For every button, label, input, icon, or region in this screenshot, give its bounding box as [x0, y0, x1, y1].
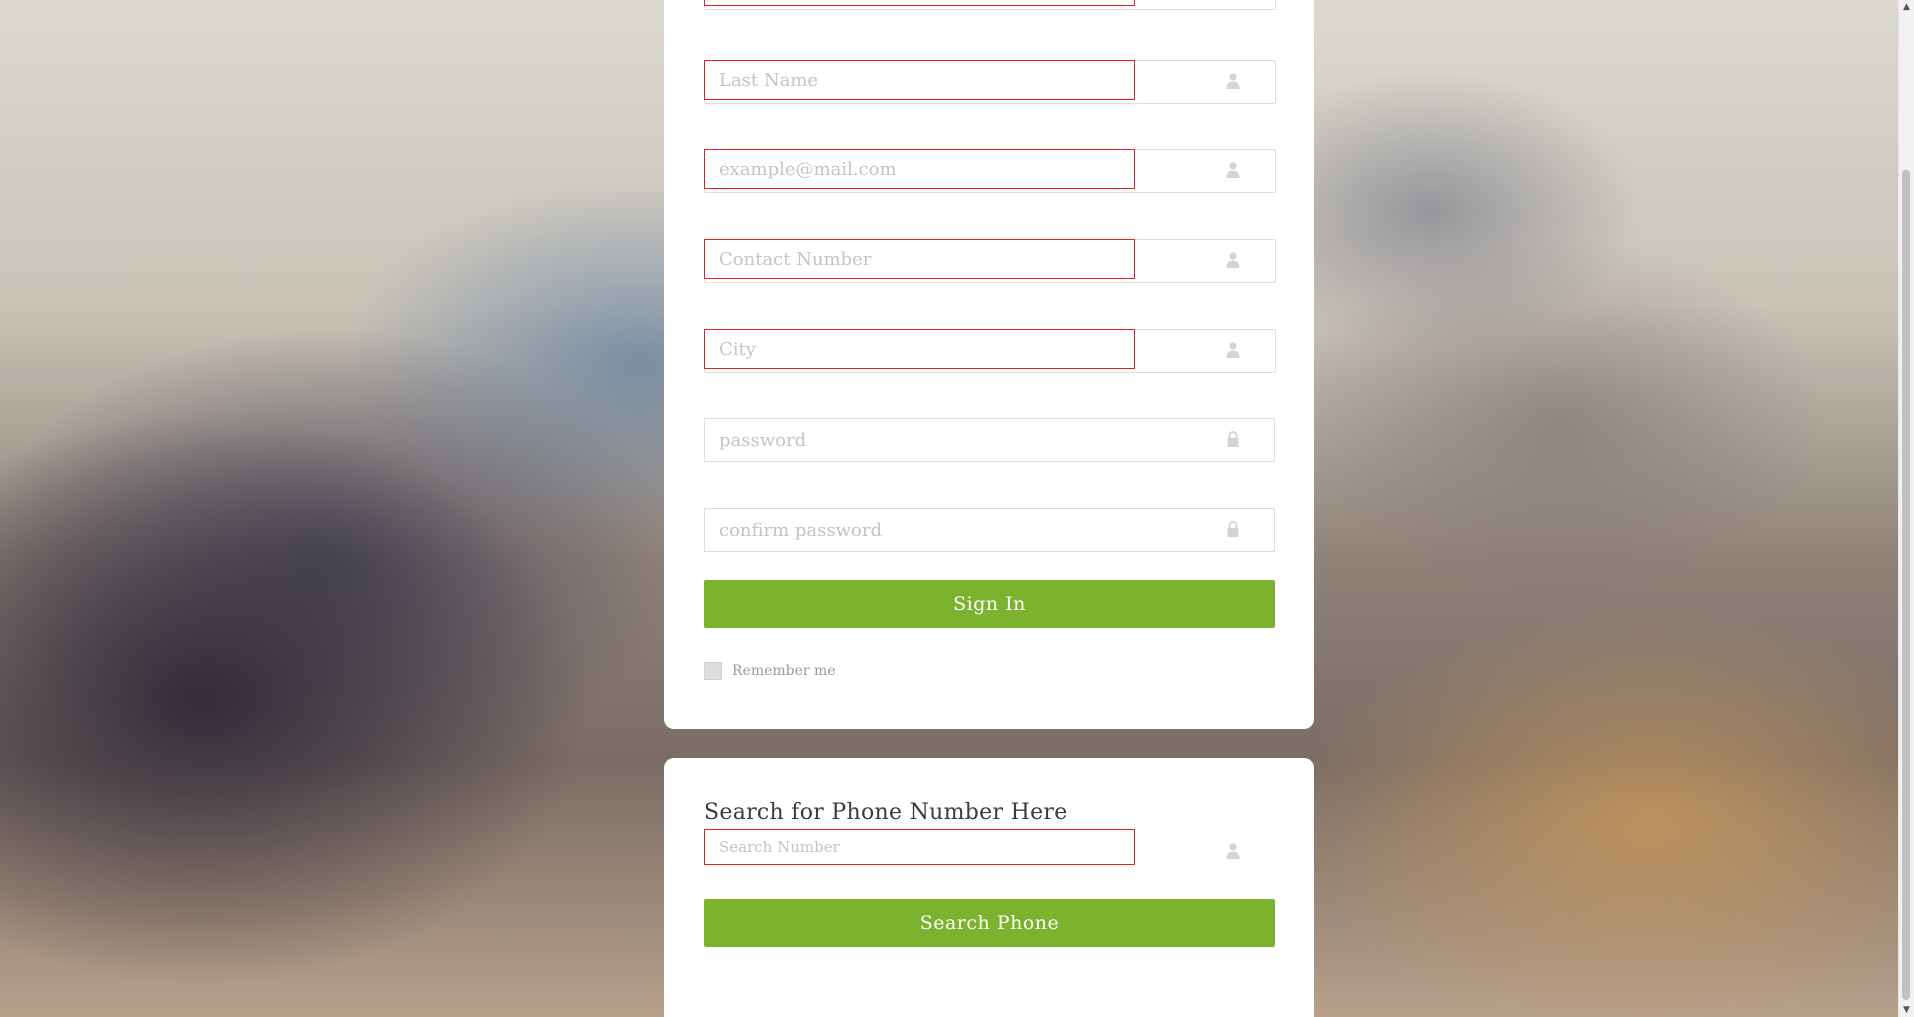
remember-me-label: Remember me — [732, 663, 836, 679]
user-icon — [1226, 73, 1240, 89]
password-field — [704, 418, 1276, 462]
search-number-field — [704, 829, 1276, 873]
confirm-password-field — [704, 508, 1276, 552]
search-title: Search for Phone Number Here — [704, 800, 1068, 825]
user-icon — [1226, 252, 1240, 268]
page-scrollbar[interactable]: ▲ ▼ — [1898, 0, 1914, 1017]
scrollbar-thumb[interactable] — [1902, 170, 1910, 1000]
search-phone-button[interactable]: Search Phone — [704, 899, 1275, 947]
confirm-password-input[interactable] — [704, 508, 1275, 552]
last-name-field — [704, 60, 1276, 104]
email-field — [704, 149, 1276, 193]
password-input[interactable] — [704, 418, 1275, 462]
search-number-input[interactable] — [704, 829, 1135, 865]
scroll-up-icon[interactable]: ▲ — [1899, 2, 1914, 12]
contact-number-input[interactable] — [704, 239, 1135, 279]
first-name-input[interactable] — [704, 0, 1135, 6]
remember-me[interactable]: Remember me — [704, 662, 836, 680]
contact-number-field — [704, 239, 1276, 283]
lock-icon — [1227, 431, 1239, 447]
user-icon — [1226, 162, 1240, 178]
city-field — [704, 329, 1276, 373]
sign-in-button[interactable]: Sign In — [704, 580, 1275, 628]
user-icon — [1226, 843, 1240, 859]
email-input[interactable] — [704, 149, 1135, 189]
lock-icon — [1227, 521, 1239, 537]
remember-me-checkbox[interactable] — [704, 662, 722, 680]
city-input[interactable] — [704, 329, 1135, 369]
scroll-down-icon[interactable]: ▼ — [1899, 1005, 1914, 1015]
search-card: Search for Phone Number Here Search Phon… — [664, 758, 1314, 1017]
last-name-input[interactable] — [704, 60, 1135, 100]
first-name-field — [704, 0, 1276, 10]
signup-card: Sign In Remember me — [664, 0, 1314, 729]
user-icon — [1226, 342, 1240, 358]
